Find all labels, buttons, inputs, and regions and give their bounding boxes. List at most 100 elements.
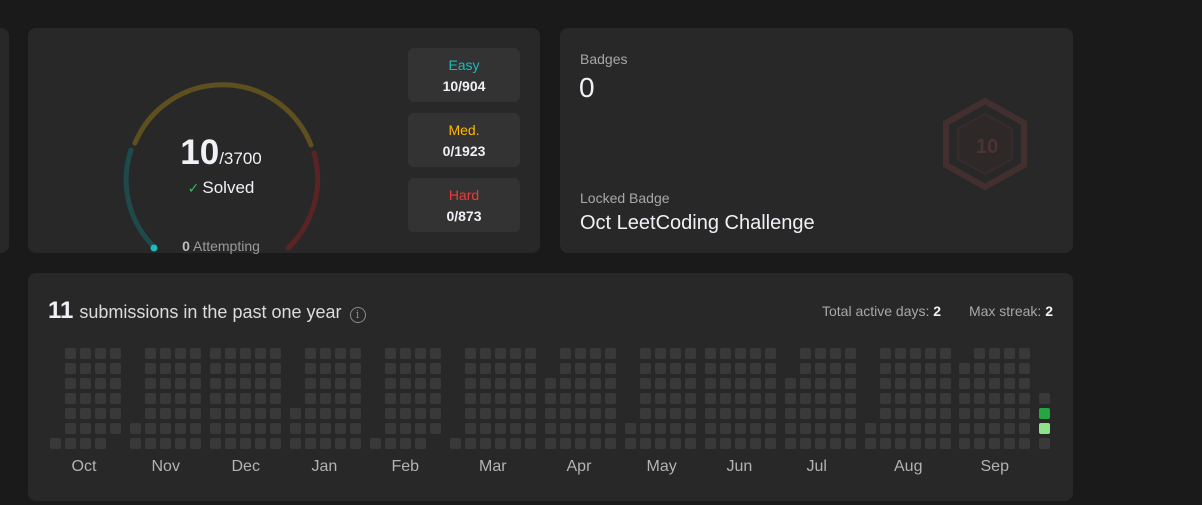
heatmap-day-cell[interactable] — [625, 438, 636, 449]
heatmap-day-cell[interactable] — [545, 438, 556, 449]
heatmap-day-cell[interactable] — [335, 378, 346, 389]
heatmap-day-cell[interactable] — [290, 408, 301, 419]
heatmap-day-cell[interactable] — [335, 408, 346, 419]
heatmap-day-cell[interactable] — [560, 438, 571, 449]
heatmap-day-cell[interactable] — [525, 408, 536, 419]
heatmap-day-cell[interactable] — [210, 423, 221, 434]
heatmap-day-cell[interactable] — [320, 348, 331, 359]
heatmap-day-cell[interactable] — [175, 438, 186, 449]
heatmap-day-cell[interactable] — [480, 393, 491, 404]
heatmap-day-cell[interactable] — [830, 348, 841, 359]
heatmap-day-cell[interactable] — [415, 423, 426, 434]
heatmap-day-cell[interactable] — [270, 378, 281, 389]
heatmap-day-cell[interactable] — [720, 423, 731, 434]
heatmap-day-cell[interactable] — [305, 378, 316, 389]
heatmap-day-cell[interactable] — [110, 423, 121, 434]
heatmap-day-cell[interactable] — [110, 378, 121, 389]
heatmap-day-cell[interactable] — [525, 378, 536, 389]
heatmap-day-cell[interactable] — [590, 393, 601, 404]
heatmap-day-cell[interactable] — [959, 363, 970, 374]
heatmap-day-cell[interactable] — [240, 363, 251, 374]
heatmap-day-cell[interactable] — [1019, 393, 1030, 404]
heatmap-day-cell[interactable] — [830, 378, 841, 389]
heatmap-day-cell[interactable] — [495, 438, 506, 449]
heatmap-day-cell[interactable] — [510, 363, 521, 374]
heatmap-day-cell[interactable] — [925, 378, 936, 389]
heatmap-day-cell[interactable] — [940, 348, 951, 359]
heatmap-day-cell[interactable] — [510, 408, 521, 419]
heatmap-day-cell[interactable] — [80, 393, 91, 404]
heatmap-day-cell[interactable] — [320, 408, 331, 419]
heatmap-day-cell[interactable] — [175, 348, 186, 359]
heatmap-day-cell[interactable] — [785, 423, 796, 434]
heatmap-day-cell[interactable] — [145, 408, 156, 419]
heatmap-day-cell[interactable] — [1004, 348, 1015, 359]
heatmap-day-cell[interactable] — [974, 348, 985, 359]
heatmap-day-cell[interactable] — [190, 393, 201, 404]
heatmap-day-cell[interactable] — [910, 423, 921, 434]
heatmap-day-cell[interactable] — [1004, 408, 1015, 419]
heatmap-day-cell[interactable] — [800, 438, 811, 449]
heatmap-day-cell[interactable] — [240, 408, 251, 419]
heatmap-day-cell[interactable] — [735, 423, 746, 434]
heatmap-day-cell[interactable] — [335, 423, 346, 434]
heatmap-day-cell[interactable] — [190, 423, 201, 434]
heatmap-day-cell[interactable] — [130, 438, 141, 449]
heatmap-day-cell[interactable] — [1004, 378, 1015, 389]
solved-progress-ring[interactable]: 10/3700 ✓ Solved 0 Attempting — [121, 53, 321, 254]
heatmap-day-cell[interactable] — [705, 438, 716, 449]
heatmap-day-cell[interactable] — [465, 408, 476, 419]
heatmap-day-cell[interactable] — [225, 348, 236, 359]
heatmap-day-cell[interactable] — [110, 408, 121, 419]
heatmap-day-cell[interactable] — [545, 378, 556, 389]
heatmap-day-cell[interactable] — [510, 378, 521, 389]
heatmap-day-cell[interactable] — [255, 423, 266, 434]
heatmap-day-cell[interactable] — [640, 423, 651, 434]
heatmap-day-cell[interactable] — [959, 423, 970, 434]
heatmap-day-cell[interactable] — [1019, 408, 1030, 419]
heatmap-day-cell[interactable] — [590, 378, 601, 389]
heatmap-day-cell[interactable] — [989, 348, 1000, 359]
heatmap-day-cell[interactable] — [320, 438, 331, 449]
heatmap-day-cell[interactable] — [750, 408, 761, 419]
heatmap-day-cell[interactable] — [465, 423, 476, 434]
heatmap-day-cell[interactable] — [685, 438, 696, 449]
heatmap-day-cell[interactable] — [240, 378, 251, 389]
heatmap-day-cell[interactable] — [880, 348, 891, 359]
heatmap-day-cell[interactable] — [320, 363, 331, 374]
heatmap-day-cell[interactable] — [65, 423, 76, 434]
heatmap-day-cell[interactable] — [255, 438, 266, 449]
heatmap-day-cell[interactable] — [560, 393, 571, 404]
heatmap-day-cell[interactable] — [110, 363, 121, 374]
heatmap-day-cell[interactable] — [545, 408, 556, 419]
heatmap-day-cell[interactable] — [940, 438, 951, 449]
heatmap-day-cell[interactable] — [670, 363, 681, 374]
heatmap-day-cell[interactable] — [480, 378, 491, 389]
heatmap-day-cell[interactable] — [685, 408, 696, 419]
heatmap-day-cell[interactable] — [480, 423, 491, 434]
heatmap-day-cell[interactable] — [480, 348, 491, 359]
heatmap-day-cell[interactable] — [385, 438, 396, 449]
heatmap-day-cell[interactable] — [335, 393, 346, 404]
heatmap-day-cell[interactable] — [305, 438, 316, 449]
heatmap-day-cell[interactable] — [110, 348, 121, 359]
heatmap-day-cell[interactable] — [495, 363, 506, 374]
heatmap-day-cell[interactable] — [765, 408, 776, 419]
heatmap-day-cell[interactable] — [430, 363, 441, 374]
heatmap-day-cell[interactable] — [989, 363, 1000, 374]
heatmap-day-cell[interactable] — [65, 438, 76, 449]
heatmap-day-cell[interactable] — [415, 378, 426, 389]
heatmap-day-cell[interactable] — [95, 438, 106, 449]
heatmap-day-cell[interactable] — [605, 378, 616, 389]
heatmap-day-cell[interactable] — [1019, 378, 1030, 389]
heatmap-day-cell[interactable] — [210, 348, 221, 359]
heatmap-day-cell[interactable] — [495, 348, 506, 359]
heatmap-day-cell[interactable] — [830, 423, 841, 434]
heatmap-day-cell[interactable] — [320, 423, 331, 434]
heatmap-day-cell[interactable] — [605, 393, 616, 404]
heatmap-day-cell[interactable] — [225, 363, 236, 374]
heatmap-day-cell[interactable] — [765, 423, 776, 434]
heatmap-day-cell[interactable] — [210, 438, 221, 449]
heatmap-day-cell[interactable] — [80, 408, 91, 419]
heatmap-day-cell[interactable] — [895, 423, 906, 434]
